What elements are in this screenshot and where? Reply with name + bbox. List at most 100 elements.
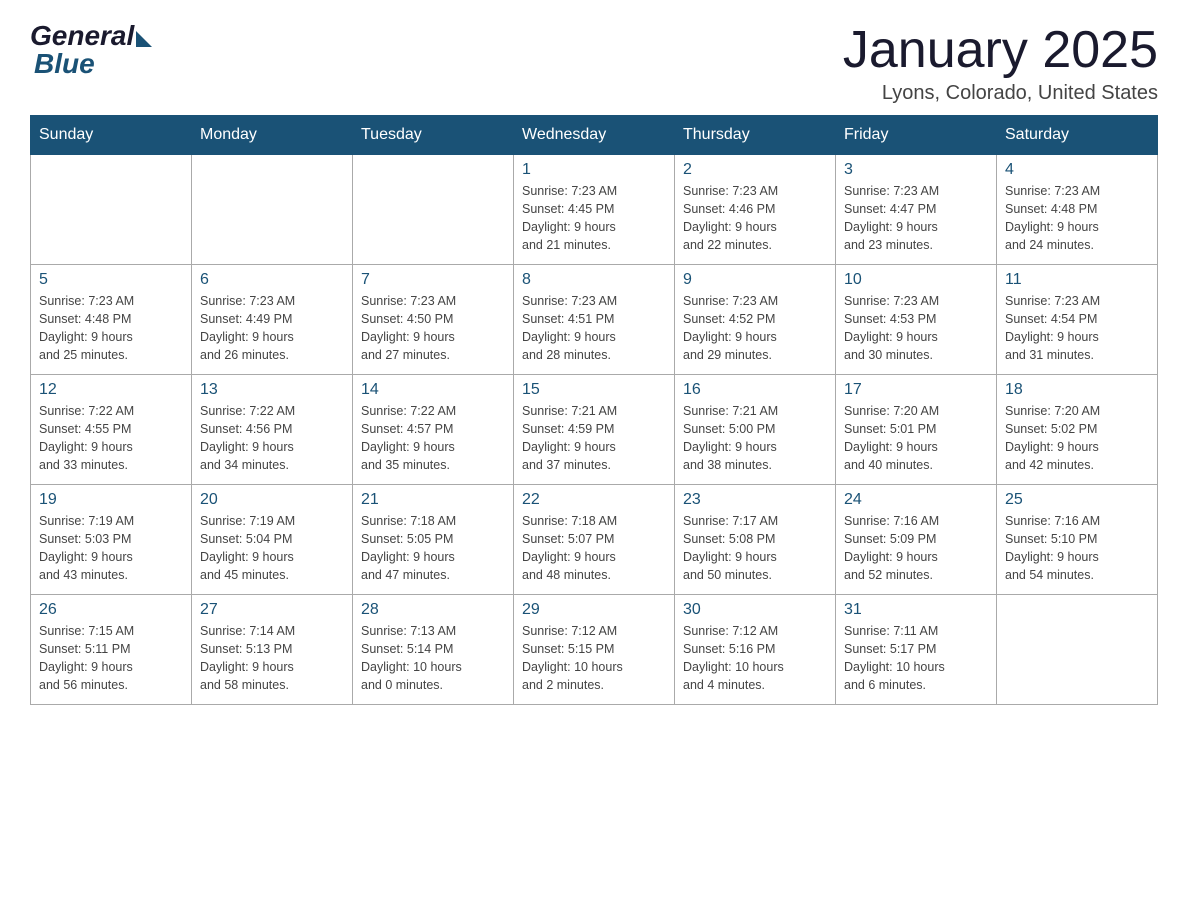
calendar-cell: 19 Sunrise: 7:19 AM Sunset: 5:03 PM Dayli… bbox=[31, 485, 192, 595]
calendar-cell: 29Sunrise: 7:12 AM Sunset: 5:15 PM Dayli… bbox=[514, 595, 675, 705]
day-number: 20 bbox=[200, 491, 344, 509]
day-info: Sunrise: 7:22 AM Sunset: 4:55 PM Dayligh… bbox=[39, 402, 183, 475]
calendar-cell: 7 Sunrise: 7:23 AM Sunset: 4:50 PM Daylig… bbox=[353, 265, 514, 375]
calendar-cell: 23 Sunrise: 7:17 AM Sunset: 5:08 PM Dayli… bbox=[675, 485, 836, 595]
day-number: 2 bbox=[683, 161, 827, 179]
day-info: Sunrise: 7:18 AM Sunset: 5:07 PM Dayligh… bbox=[522, 512, 666, 585]
day-number: 27 bbox=[200, 601, 344, 619]
day-info: Sunrise: 7:21 AM Sunset: 4:59 PM Dayligh… bbox=[522, 402, 666, 475]
calendar-cell: 5 Sunrise: 7:23 AM Sunset: 4:48 PM Daylig… bbox=[31, 265, 192, 375]
calendar-cell: 16 Sunrise: 7:21 AM Sunset: 5:00 PM Dayli… bbox=[675, 375, 836, 485]
day-info: Sunrise: 7:22 AM Sunset: 4:57 PM Dayligh… bbox=[361, 402, 505, 475]
calendar-cell bbox=[31, 155, 192, 265]
calendar-cell bbox=[997, 595, 1158, 705]
calendar-cell: 22 Sunrise: 7:18 AM Sunset: 5:07 PM Dayli… bbox=[514, 485, 675, 595]
day-info: Sunrise: 7:23 AM Sunset: 4:54 PM Dayligh… bbox=[1005, 292, 1149, 365]
calendar-cell: 6 Sunrise: 7:23 AM Sunset: 4:49 PM Daylig… bbox=[192, 265, 353, 375]
calendar-cell: 18 Sunrise: 7:20 AM Sunset: 5:02 PM Dayli… bbox=[997, 375, 1158, 485]
day-number: 23 bbox=[683, 491, 827, 509]
day-info: Sunrise: 7:16 AM Sunset: 5:09 PM Dayligh… bbox=[844, 512, 988, 585]
day-number: 19 bbox=[39, 491, 183, 509]
calendar-cell: 27 Sunrise: 7:14 AM Sunset: 5:13 PM Dayli… bbox=[192, 595, 353, 705]
day-number: 8 bbox=[522, 271, 666, 289]
day-info: Sunrise: 7:23 AM Sunset: 4:53 PM Dayligh… bbox=[844, 292, 988, 365]
calendar-cell: 28 Sunrise: 7:13 AM Sunset: 5:14 PM Dayli… bbox=[353, 595, 514, 705]
day-number: 5 bbox=[39, 271, 183, 289]
calendar-cell: 31 Sunrise: 7:11 AM Sunset: 5:17 PM Dayli… bbox=[836, 595, 997, 705]
day-number: 9 bbox=[683, 271, 827, 289]
calendar-cell: 10 Sunrise: 7:23 AM Sunset: 4:53 PM Dayli… bbox=[836, 265, 997, 375]
day-info: Sunrise: 7:20 AM Sunset: 5:02 PM Dayligh… bbox=[1005, 402, 1149, 475]
calendar-week-row: 26Sunrise: 7:15 AM Sunset: 5:11 PM Dayli… bbox=[31, 595, 1158, 705]
day-number: 22 bbox=[522, 491, 666, 509]
day-info: Sunrise: 7:23 AM Sunset: 4:45 PM Dayligh… bbox=[522, 182, 666, 255]
day-info: Sunrise: 7:23 AM Sunset: 4:50 PM Dayligh… bbox=[361, 292, 505, 365]
day-info: Sunrise: 7:23 AM Sunset: 4:47 PM Dayligh… bbox=[844, 182, 988, 255]
calendar-cell: 17 Sunrise: 7:20 AM Sunset: 5:01 PM Dayli… bbox=[836, 375, 997, 485]
month-title: January 2025 bbox=[843, 20, 1158, 80]
day-number: 31 bbox=[844, 601, 988, 619]
calendar-cell: 1Sunrise: 7:23 AM Sunset: 4:45 PM Daylig… bbox=[514, 155, 675, 265]
title-section: January 2025 Lyons, Colorado, United Sta… bbox=[843, 20, 1158, 105]
day-info: Sunrise: 7:23 AM Sunset: 4:46 PM Dayligh… bbox=[683, 182, 827, 255]
day-info: Sunrise: 7:11 AM Sunset: 5:17 PM Dayligh… bbox=[844, 622, 988, 695]
day-info: Sunrise: 7:23 AM Sunset: 4:48 PM Dayligh… bbox=[39, 292, 183, 365]
day-number: 13 bbox=[200, 381, 344, 399]
day-info: Sunrise: 7:17 AM Sunset: 5:08 PM Dayligh… bbox=[683, 512, 827, 585]
day-info: Sunrise: 7:14 AM Sunset: 5:13 PM Dayligh… bbox=[200, 622, 344, 695]
calendar-header-thursday: Thursday bbox=[675, 116, 836, 155]
calendar-cell: 12 Sunrise: 7:22 AM Sunset: 4:55 PM Dayli… bbox=[31, 375, 192, 485]
day-info: Sunrise: 7:23 AM Sunset: 4:51 PM Dayligh… bbox=[522, 292, 666, 365]
logo-arrow-icon bbox=[136, 31, 152, 47]
day-info: Sunrise: 7:21 AM Sunset: 5:00 PM Dayligh… bbox=[683, 402, 827, 475]
calendar-header-tuesday: Tuesday bbox=[353, 116, 514, 155]
calendar-header-row: SundayMondayTuesdayWednesdayThursdayFrid… bbox=[31, 116, 1158, 155]
calendar-cell: 20 Sunrise: 7:19 AM Sunset: 5:04 PM Dayli… bbox=[192, 485, 353, 595]
day-number: 4 bbox=[1005, 161, 1149, 179]
calendar-header-saturday: Saturday bbox=[997, 116, 1158, 155]
day-number: 14 bbox=[361, 381, 505, 399]
day-info: Sunrise: 7:19 AM Sunset: 5:04 PM Dayligh… bbox=[200, 512, 344, 585]
calendar-week-row: 5 Sunrise: 7:23 AM Sunset: 4:48 PM Daylig… bbox=[31, 265, 1158, 375]
day-number: 3 bbox=[844, 161, 988, 179]
logo: General Blue bbox=[30, 20, 152, 80]
calendar-table: SundayMondayTuesdayWednesdayThursdayFrid… bbox=[30, 115, 1158, 705]
day-number: 29 bbox=[522, 601, 666, 619]
day-info: Sunrise: 7:20 AM Sunset: 5:01 PM Dayligh… bbox=[844, 402, 988, 475]
calendar-cell: 15Sunrise: 7:21 AM Sunset: 4:59 PM Dayli… bbox=[514, 375, 675, 485]
day-number: 24 bbox=[844, 491, 988, 509]
calendar-cell: 4Sunrise: 7:23 AM Sunset: 4:48 PM Daylig… bbox=[997, 155, 1158, 265]
day-number: 18 bbox=[1005, 381, 1149, 399]
location-text: Lyons, Colorado, United States bbox=[843, 82, 1158, 105]
calendar-cell: 25 Sunrise: 7:16 AM Sunset: 5:10 PM Dayli… bbox=[997, 485, 1158, 595]
calendar-cell: 26Sunrise: 7:15 AM Sunset: 5:11 PM Dayli… bbox=[31, 595, 192, 705]
calendar-week-row: 12 Sunrise: 7:22 AM Sunset: 4:55 PM Dayli… bbox=[31, 375, 1158, 485]
day-number: 25 bbox=[1005, 491, 1149, 509]
day-number: 28 bbox=[361, 601, 505, 619]
calendar-cell: 2 Sunrise: 7:23 AM Sunset: 4:46 PM Daylig… bbox=[675, 155, 836, 265]
calendar-cell: 9 Sunrise: 7:23 AM Sunset: 4:52 PM Daylig… bbox=[675, 265, 836, 375]
day-number: 16 bbox=[683, 381, 827, 399]
day-number: 6 bbox=[200, 271, 344, 289]
day-number: 10 bbox=[844, 271, 988, 289]
day-number: 11 bbox=[1005, 271, 1149, 289]
day-info: Sunrise: 7:16 AM Sunset: 5:10 PM Dayligh… bbox=[1005, 512, 1149, 585]
calendar-cell bbox=[353, 155, 514, 265]
day-number: 12 bbox=[39, 381, 183, 399]
day-info: Sunrise: 7:13 AM Sunset: 5:14 PM Dayligh… bbox=[361, 622, 505, 695]
day-info: Sunrise: 7:18 AM Sunset: 5:05 PM Dayligh… bbox=[361, 512, 505, 585]
day-number: 30 bbox=[683, 601, 827, 619]
day-info: Sunrise: 7:23 AM Sunset: 4:49 PM Dayligh… bbox=[200, 292, 344, 365]
logo-blue-text: Blue bbox=[34, 48, 95, 80]
calendar-header-wednesday: Wednesday bbox=[514, 116, 675, 155]
calendar-header-monday: Monday bbox=[192, 116, 353, 155]
calendar-cell: 24 Sunrise: 7:16 AM Sunset: 5:09 PM Dayli… bbox=[836, 485, 997, 595]
day-info: Sunrise: 7:23 AM Sunset: 4:52 PM Dayligh… bbox=[683, 292, 827, 365]
day-number: 7 bbox=[361, 271, 505, 289]
page-header: General Blue January 2025 Lyons, Colorad… bbox=[30, 20, 1158, 105]
day-number: 17 bbox=[844, 381, 988, 399]
calendar-cell: 13Sunrise: 7:22 AM Sunset: 4:56 PM Dayli… bbox=[192, 375, 353, 485]
calendar-header-sunday: Sunday bbox=[31, 116, 192, 155]
calendar-cell: 21Sunrise: 7:18 AM Sunset: 5:05 PM Dayli… bbox=[353, 485, 514, 595]
day-info: Sunrise: 7:19 AM Sunset: 5:03 PM Dayligh… bbox=[39, 512, 183, 585]
